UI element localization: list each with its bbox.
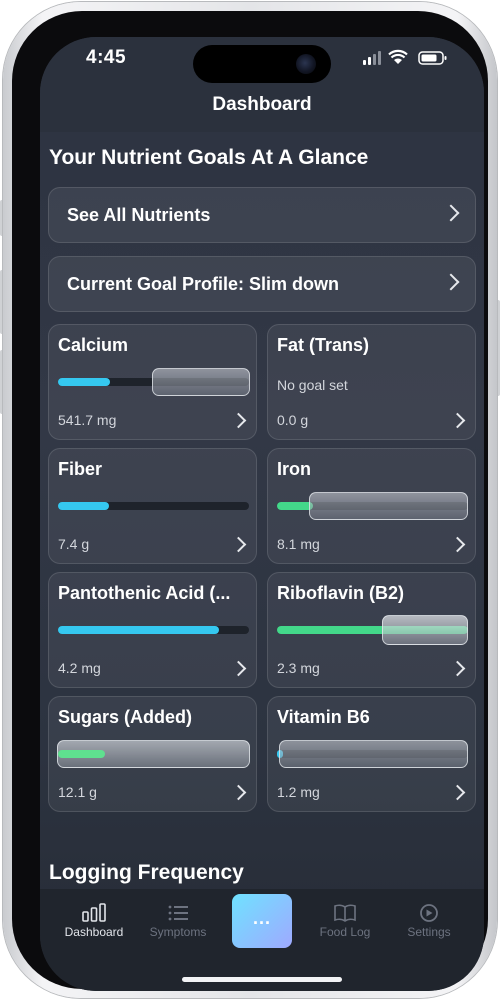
nutrient-card-riboflavin[interactable]: Riboflavin (B2) 2.3 mg [267, 572, 476, 688]
see-all-nutrients-row[interactable]: See All Nutrients [48, 187, 476, 243]
nutrient-amount: 2.3 mg [277, 660, 320, 676]
progress-fill [58, 626, 219, 634]
nutrient-amount: 0.0 g [277, 412, 309, 428]
chevron-right-icon [442, 204, 460, 222]
nutrient-card-pantothenic-acid[interactable]: Pantothenic Acid (... 4.2 mg [48, 572, 257, 688]
progress-track [58, 626, 249, 634]
nutrient-name: Sugars (Added) [58, 707, 193, 727]
nutrient-card-fat-trans[interactable]: Fat (Trans) No goal set 0.0 g [267, 324, 476, 440]
chevron-right-icon [442, 273, 460, 291]
chevron-right-icon [230, 784, 247, 801]
nutrient-card-calcium[interactable]: Calcium 541.7 mg [48, 324, 257, 440]
goal-profile-row[interactable]: Current Goal Profile: Slim down [48, 256, 476, 312]
phone-bezel: 4:45 Dashboard Your Nutrient Goals At A … [12, 11, 488, 991]
chevron-right-icon [449, 412, 466, 429]
goals-section-title: Your Nutrient Goals At A Glance [49, 146, 369, 169]
chevron-right-icon [230, 536, 247, 553]
phone-frame: 4:45 Dashboard Your Nutrient Goals At A … [3, 2, 497, 998]
nutrient-name: Calcium [58, 335, 129, 355]
no-goal-text: No goal set [277, 377, 348, 393]
nutrient-card-vitamin-b6[interactable]: Vitamin B6 1.2 mg [267, 696, 476, 812]
gear-icon [420, 904, 438, 922]
chevron-right-icon [449, 784, 466, 801]
book-icon [334, 904, 356, 922]
tab-label: Food Log [319, 925, 371, 939]
progress-overlay [152, 368, 250, 396]
progress-fill [58, 750, 105, 758]
nutrient-card-fiber[interactable]: Fiber 7.4 g [48, 448, 257, 564]
progress-fill [277, 502, 313, 510]
tab-dashboard[interactable]: Dashboard [54, 903, 134, 939]
nutrient-amount: 8.1 mg [277, 536, 320, 552]
nutrient-name: Riboflavin (B2) [277, 583, 405, 603]
chevron-right-icon [230, 412, 247, 429]
chevron-right-icon [449, 536, 466, 553]
nutrient-amount: 541.7 mg [58, 412, 117, 428]
tab-label: Symptoms [149, 925, 207, 939]
progress-overlay [382, 615, 468, 645]
nutrient-card-iron[interactable]: Iron 8.1 mg [267, 448, 476, 564]
progress-track [58, 750, 249, 758]
goal-profile-label: Current Goal Profile: Slim down [67, 274, 340, 294]
nutrient-name: Iron [277, 459, 311, 479]
page-title: Dashboard [212, 94, 312, 115]
nutrient-amount: 4.2 mg [58, 660, 101, 676]
nutrient-amount: 1.2 mg [277, 784, 320, 800]
tab-label: Settings [407, 925, 451, 939]
tab-label: Dashboard [64, 925, 124, 939]
progress-fill [58, 502, 109, 510]
nutrient-amount: 7.4 g [58, 536, 90, 552]
progress-overlay [309, 492, 468, 520]
tab-settings[interactable]: Settings [389, 903, 469, 939]
progress-overlay [279, 740, 468, 768]
tab-food-log[interactable]: Food Log [305, 903, 385, 939]
nutrient-name: Fat (Trans) [277, 335, 370, 355]
logging-frequency-title: Logging Frequency [49, 861, 244, 884]
status-icons [363, 49, 453, 67]
progress-track [58, 502, 249, 510]
chevron-right-icon [449, 660, 466, 677]
see-all-nutrients-label: See All Nutrients [67, 205, 211, 225]
more-button[interactable]: ... [232, 894, 292, 948]
signal-wifi-battery-icon [363, 49, 447, 65]
bar-chart-icon [82, 903, 106, 922]
list-icon [168, 905, 188, 921]
progress-fill [58, 378, 110, 386]
tab-symptoms[interactable]: Symptoms [138, 903, 218, 939]
nutrient-amount: 12.1 g [58, 784, 97, 800]
more-icon: ... [252, 908, 271, 928]
chevron-right-icon [230, 660, 247, 677]
nutrient-name: Pantothenic Acid (... [58, 583, 231, 603]
app-screen: 4:45 Dashboard Your Nutrient Goals At A … [40, 37, 484, 991]
nutrient-name: Vitamin B6 [277, 707, 370, 727]
camera-icon [296, 54, 316, 74]
nutrient-name: Fiber [58, 459, 103, 479]
status-time: 4:45 [86, 47, 127, 68]
home-indicator[interactable] [182, 977, 342, 982]
nutrient-card-sugars-added[interactable]: Sugars (Added) 12.1 g [48, 696, 257, 812]
